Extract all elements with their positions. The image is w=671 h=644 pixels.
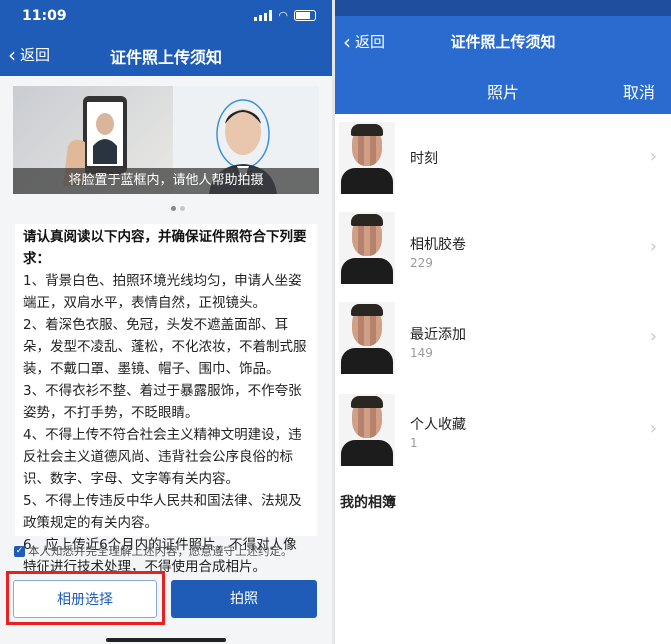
notice-item: 1、背景白色、拍照环境光线均匀，申请人坐姿端正，双肩水平，表情自然，正视镜头。	[23, 273, 302, 311]
album-select-button[interactable]: 相册选择	[13, 580, 157, 618]
picker-header: 照片 取消	[335, 64, 671, 114]
chevron-right-icon: ›	[649, 418, 657, 439]
checkbox-checked-icon[interactable]: ✓	[14, 545, 25, 557]
take-photo-button[interactable]: 拍照	[171, 580, 317, 618]
album-row[interactable]: 时刻 ›	[335, 116, 671, 200]
status-time: 11:09	[22, 8, 67, 24]
album-name: 最近添加	[410, 327, 466, 343]
photo-picker-screen: ‹ 返回 证件照上传须知 照片 取消 时刻 › 相机胶卷 229 › 最近添加 …	[335, 0, 671, 644]
notice-item: 2、着深色衣服、免冠，头发不遮盖面部、耳朵，发型不凌乱、蓬松，不化浓妆，不着制式…	[23, 317, 307, 377]
album-name: 个人收藏	[410, 417, 466, 433]
nav-bar: ‹ 返回 证件照上传须知	[335, 16, 671, 64]
signal-icon	[254, 10, 273, 21]
chevron-right-icon: ›	[649, 146, 657, 167]
upload-notice-screen: 11:09 ◠ ‹ 返回 证件照上传须知 将脸置于蓝框内，请他人帮助拍摄 请认真…	[0, 0, 332, 644]
status-bar: 11:09 ◠	[0, 0, 332, 32]
carousel-dots	[171, 206, 185, 211]
wifi-icon: ◠	[278, 9, 288, 22]
album-thumbnail	[339, 394, 395, 466]
notice-item: 4、不得上传不符合社会主义精神文明建设，违反社会主义道德风尚、违背社会公序良俗的…	[23, 427, 302, 487]
banner-caption: 将脸置于蓝框内，请他人帮助拍摄	[13, 168, 319, 194]
album-row[interactable]: 个人收藏 1 ›	[335, 388, 671, 472]
home-indicator	[106, 638, 226, 642]
album-row[interactable]: 最近添加 149 ›	[335, 296, 671, 380]
agreement-text: 本人知悉并完全理解上述内容，愿意遵守上述约定。	[28, 544, 293, 558]
album-name: 时刻	[410, 151, 438, 167]
page-title: 证件照上传须知	[450, 33, 556, 51]
chevron-right-icon: ›	[649, 236, 657, 257]
album-thumbnail	[339, 212, 395, 284]
status-icons: ◠	[254, 9, 316, 22]
notice-item: 3、不得衣衫不整、着过于暴露服饰，不作夸张姿势，不打手势，不眨眼睛。	[23, 383, 302, 421]
album-row[interactable]: 相机胶卷 229 ›	[335, 206, 671, 290]
requirements-notice: 请认真阅读以下内容，并确保证件照符合下列要求： 1、背景白色、拍照环境光线均匀，…	[15, 224, 317, 575]
album-count: 229	[410, 256, 433, 270]
guide-banner[interactable]: 将脸置于蓝框内，请他人帮助拍摄	[13, 86, 319, 194]
cancel-button[interactable]: 取消	[623, 79, 655, 103]
chevron-right-icon: ›	[649, 326, 657, 347]
album-count: 149	[410, 346, 433, 360]
notice-heading: 请认真阅读以下内容，并确保证件照符合下列要求：	[23, 229, 307, 267]
agreement-row[interactable]: ✓ 本人知悉并完全理解上述内容，愿意遵守上述约定。	[14, 543, 293, 559]
notice-item: 5、不得上传违反中华人民共和国法律、法规及政策规定的有关内容。	[23, 493, 302, 531]
section-title: 我的相簿	[340, 495, 396, 511]
album-name: 相机胶卷	[410, 237, 466, 253]
nav-bar: ‹ 返回 证件照上传须知	[0, 32, 332, 76]
status-bar	[335, 0, 671, 16]
battery-icon	[294, 10, 316, 21]
album-thumbnail	[339, 302, 395, 374]
album-thumbnail	[339, 122, 395, 194]
page-title: 证件照上传须知	[109, 48, 222, 67]
picker-title: 照片	[486, 83, 519, 102]
album-count: 1	[410, 436, 418, 450]
